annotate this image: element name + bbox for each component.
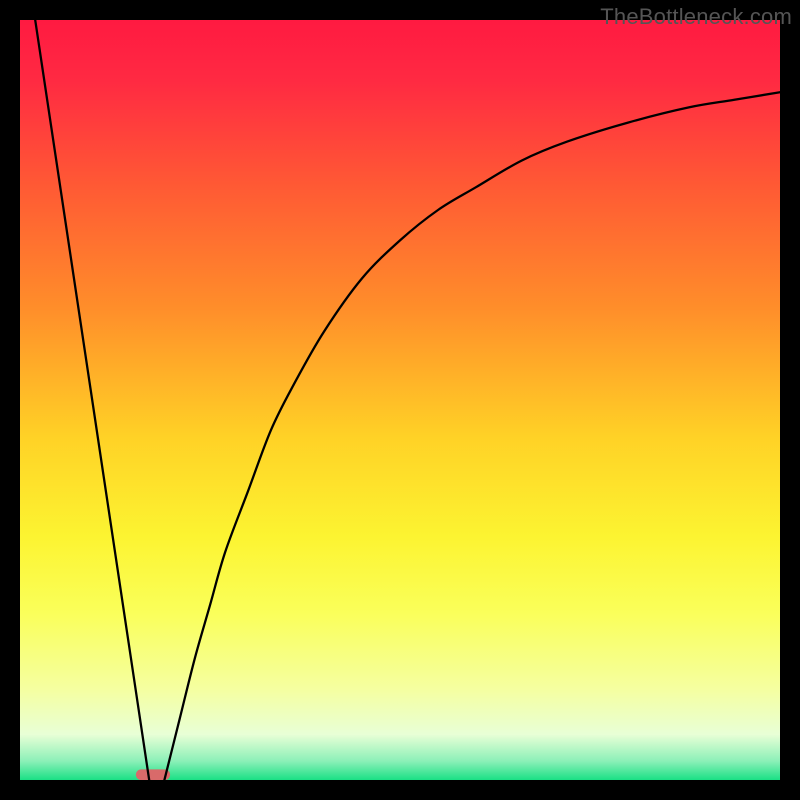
gradient-background	[20, 20, 780, 780]
chart-svg	[20, 20, 780, 780]
plot-area	[20, 20, 780, 780]
watermark-text: TheBottleneck.com	[600, 4, 792, 30]
chart-frame: TheBottleneck.com	[0, 0, 800, 800]
